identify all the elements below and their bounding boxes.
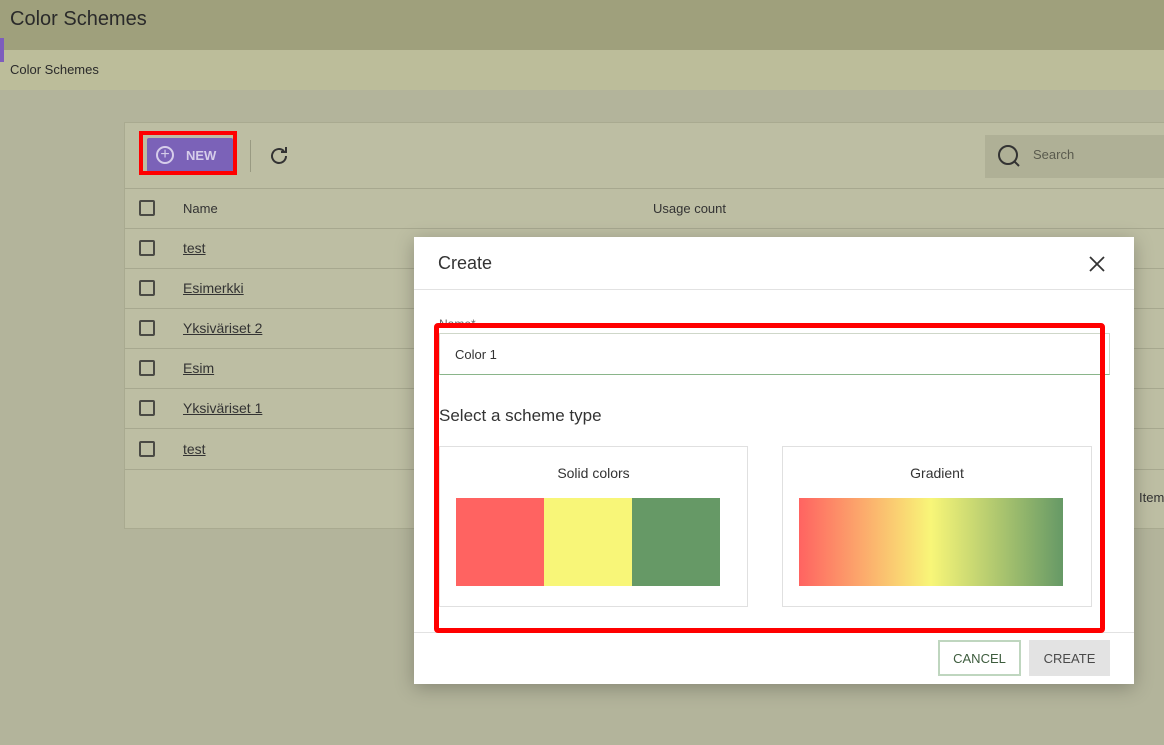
dialog-content-highlight (434, 323, 1105, 633)
pagination-label: Item (1139, 490, 1164, 505)
row-checkbox[interactable] (139, 320, 155, 336)
row-name-link[interactable]: Esimerkki (183, 280, 244, 296)
close-icon[interactable] (1086, 253, 1108, 275)
row-checkbox[interactable] (139, 441, 155, 457)
row-name-link[interactable]: Yksiväriset 2 (183, 320, 262, 336)
search-icon (998, 145, 1020, 167)
refresh-icon[interactable] (267, 144, 291, 168)
row-checkbox[interactable] (139, 240, 155, 256)
select-all-checkbox[interactable] (139, 200, 155, 216)
divider (414, 289, 1134, 290)
row-checkbox[interactable] (139, 280, 155, 296)
breadcrumb-bar (0, 50, 1164, 90)
breadcrumb[interactable]: Color Schemes (10, 62, 99, 77)
row-name-link[interactable]: Esim (183, 360, 214, 376)
create-button[interactable]: CREATE (1029, 640, 1110, 676)
row-name-link[interactable]: test (183, 441, 206, 457)
cancel-button[interactable]: CANCEL (938, 640, 1021, 676)
new-button-highlight (139, 131, 237, 175)
dialog-title: Create (438, 253, 493, 273)
column-header-usage-count[interactable]: Usage count (653, 201, 726, 216)
search-input[interactable] (1031, 146, 1155, 163)
accent-marker (0, 38, 4, 62)
column-header-name[interactable]: Name (183, 201, 218, 216)
search-box[interactable] (985, 135, 1164, 178)
divider (125, 228, 1164, 229)
top-bar (0, 0, 1164, 50)
row-checkbox[interactable] (139, 400, 155, 416)
row-checkbox[interactable] (139, 360, 155, 376)
row-name-link[interactable]: Yksiväriset 1 (183, 400, 262, 416)
toolbar-divider (250, 140, 251, 172)
row-name-link[interactable]: test (183, 240, 206, 256)
divider (125, 188, 1164, 189)
page-title: Color Schemes (10, 8, 147, 30)
